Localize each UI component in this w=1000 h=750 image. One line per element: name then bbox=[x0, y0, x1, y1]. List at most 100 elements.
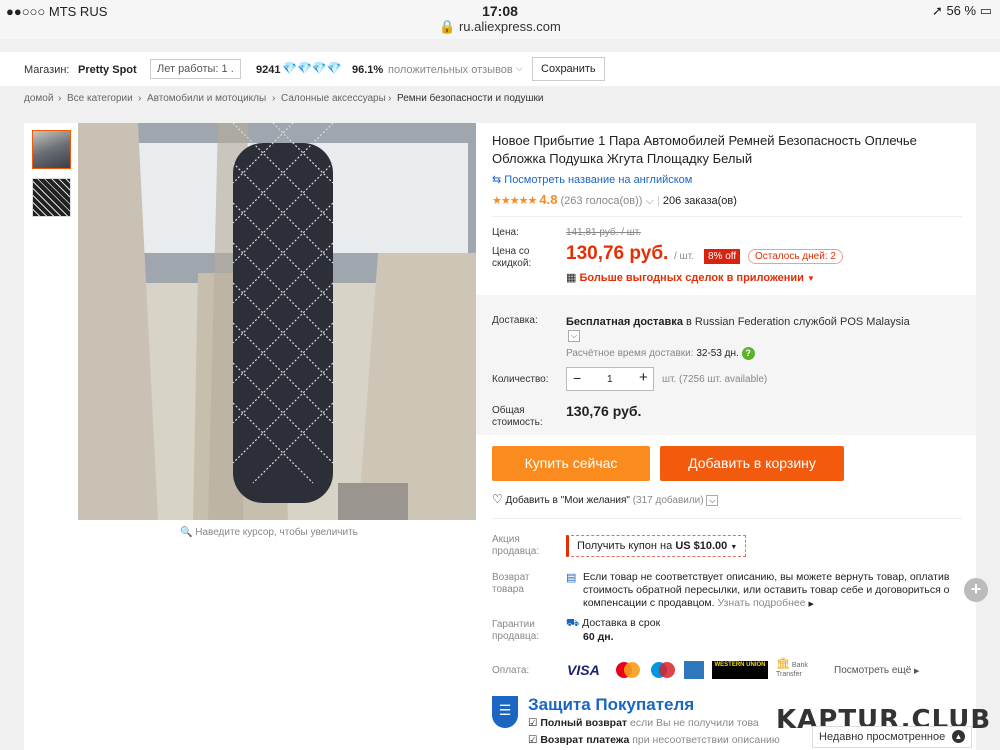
product-title: Новое Прибытие 1 Пара Автомобилей Ремней… bbox=[492, 133, 917, 166]
mastercard-logo bbox=[614, 661, 642, 679]
eta-value: 32-53 дн. bbox=[696, 348, 739, 359]
thumbnail-1[interactable] bbox=[32, 130, 71, 169]
guarantee-text: Доставка в срок bbox=[582, 617, 661, 629]
qr-code-icon: ▦ bbox=[566, 272, 577, 284]
payment-more-text: Посмотреть ещё bbox=[834, 665, 912, 676]
triangle-right-icon: ▶ bbox=[914, 668, 920, 675]
wishlist-row[interactable]: ♡ Добавить в "Мои желания" (317 добавили… bbox=[492, 492, 719, 506]
visa-logo: VISA bbox=[567, 662, 600, 678]
triangle-right-icon: ▶ bbox=[808, 601, 814, 608]
magnifier-icon: 🔍 bbox=[180, 527, 193, 538]
chevron-up-icon: ▲ bbox=[952, 730, 965, 743]
eta-label: Расчётное время доставки: bbox=[566, 348, 694, 359]
return-label: Возврат товара bbox=[492, 572, 530, 595]
chevron-right-icon: › bbox=[272, 93, 276, 104]
guarantee-info: ⛟ Доставка в срок bbox=[566, 617, 660, 631]
discount-price-label: Цена со скидкой: bbox=[492, 246, 532, 269]
votes-count[interactable]: (263 голоса(ов)) bbox=[561, 195, 643, 207]
shipping-country[interactable]: Russian Federation службой POS Malaysia bbox=[695, 316, 910, 328]
days-left-badge: Осталось дней: 2 bbox=[748, 249, 843, 264]
discount-badge: 8% off bbox=[704, 249, 741, 264]
store-years-badge: Лет работы: 1 . bbox=[150, 59, 241, 79]
rating-value: 4.8 bbox=[539, 192, 558, 207]
wishlist-text: Добавить в "Мои желания" bbox=[505, 495, 630, 506]
add-to-cart-button[interactable]: Добавить в корзину bbox=[660, 446, 844, 481]
return-learn-more-link[interactable]: Узнать подробнее bbox=[718, 597, 806, 609]
triangle-down-icon: ▼ bbox=[730, 544, 738, 551]
product-main-image[interactable] bbox=[78, 123, 476, 520]
positive-feedback-label[interactable]: положительных отзывов bbox=[388, 64, 513, 76]
store-name[interactable]: Pretty Spot bbox=[78, 64, 137, 76]
guarantee-label: Гарантии продавца: bbox=[492, 619, 540, 642]
thumbnail-2[interactable] bbox=[32, 178, 71, 217]
protection-row-1: ☑ Полный возврат если Вы не получили тов… bbox=[528, 717, 759, 729]
quantity-stepper: − 1 + bbox=[566, 367, 654, 391]
shipping-dropdown-icon[interactable]: ⌵ bbox=[568, 330, 581, 342]
free-shipping: Бесплатная доставка bbox=[566, 316, 683, 328]
diamond-rank-icon: 💎💎💎💎 bbox=[282, 61, 342, 75]
belt-pad bbox=[233, 143, 333, 503]
protection-2-bold: Возврат платежа bbox=[540, 734, 630, 746]
recently-viewed-tab[interactable]: Недавно просмотренное ▲ bbox=[812, 726, 972, 748]
orders-count: 206 заказа(ов) bbox=[662, 195, 737, 207]
divider bbox=[492, 518, 962, 519]
protection-row-2: ☑ Возврат платежа при несоответствии опи… bbox=[528, 734, 780, 746]
protection-1-bold: Полный возврат bbox=[540, 717, 628, 729]
battery-percent: 56 % bbox=[946, 3, 977, 18]
bank-transfer-logo: 🏛 Bank Transfer bbox=[776, 659, 826, 679]
app-deals-link[interactable]: ▦ Больше выгодных сделок в приложении ▼ bbox=[566, 271, 815, 284]
app-deals-text: Больше выгодных сделок в приложении bbox=[579, 272, 804, 284]
translate-icon: ⇆ bbox=[492, 174, 502, 186]
return-policy-icon: ▤ bbox=[566, 572, 577, 584]
western-union-logo: WESTERN UNION bbox=[712, 661, 768, 679]
checkbox-icon: ☑ bbox=[528, 734, 538, 746]
chevron-down-icon: ⌵ bbox=[516, 63, 523, 73]
protection-1-text: если Вы не получили това bbox=[629, 717, 759, 729]
quantity-label: Количество: bbox=[492, 374, 549, 385]
shipping-label: Доставка: bbox=[492, 315, 538, 326]
buy-now-button[interactable]: Купить сейчас bbox=[492, 446, 650, 481]
shipping-in: в bbox=[686, 316, 692, 328]
per-unit: / шт. bbox=[674, 251, 694, 262]
store-label: Магазин: bbox=[24, 64, 70, 76]
heart-icon: ♡ bbox=[492, 492, 503, 506]
breadcrumb-interior[interactable]: Салонные аксессуары bbox=[281, 93, 386, 104]
plus-circle-icon[interactable]: + bbox=[964, 578, 988, 602]
chevron-right-icon: › bbox=[58, 93, 62, 104]
checkbox-icon: ☑ bbox=[528, 717, 538, 729]
breadcrumb-home[interactable]: домой bbox=[24, 93, 53, 104]
minus-button[interactable]: − bbox=[573, 370, 581, 386]
coupon-button[interactable]: Получить купон на US $10.00 ▼ bbox=[566, 535, 747, 557]
eta-row: Расчётное время доставки: 32-53 дн. ? bbox=[566, 347, 755, 360]
quantity-value[interactable]: 1 bbox=[607, 374, 613, 385]
breadcrumb-auto-moto[interactable]: Автомобили и мотоциклы bbox=[147, 93, 266, 104]
chevron-right-icon: › bbox=[138, 93, 142, 104]
total-value: 130,76 руб. bbox=[566, 403, 642, 419]
coupon-value: US $10.00 bbox=[675, 540, 728, 552]
chevron-down-icon: ⌵ bbox=[706, 495, 719, 506]
breadcrumb: домой › Все категории › Автомобили и мот… bbox=[0, 88, 1000, 110]
address-bar[interactable]: 🔒 ru.aliexpress.com bbox=[0, 19, 1000, 39]
triangle-down-icon: ▼ bbox=[806, 274, 815, 283]
protection-2-text: при несоответствии описанию bbox=[632, 734, 780, 746]
chevron-down-icon: ⌵ bbox=[645, 195, 654, 207]
positive-feedback-pct: 96.1% bbox=[352, 64, 384, 76]
save-store-button[interactable]: Сохранить bbox=[532, 57, 605, 81]
breadcrumb-all-categories[interactable]: Все категории bbox=[67, 93, 133, 104]
store-score: 9241 bbox=[256, 64, 281, 76]
wishlist-count: (317 добавили) bbox=[632, 495, 704, 506]
price-label: Цена: bbox=[492, 227, 519, 238]
zoom-hint-text: Наведите курсор, чтобы увеличить bbox=[195, 527, 358, 538]
discount-price: 130,76 руб. bbox=[566, 243, 669, 264]
return-text: Если товар не соответствует описанию, вы… bbox=[583, 571, 953, 611]
truck-icon: ⛟ bbox=[566, 617, 580, 629]
payment-more-link[interactable]: Посмотреть ещё ▶ bbox=[834, 665, 919, 676]
star-rating-icon: ★★★★★ bbox=[492, 195, 537, 207]
plus-button[interactable]: + bbox=[639, 369, 648, 386]
url-text: ru.aliexpress.com bbox=[458, 19, 561, 34]
zoom-hint: 🔍 Наведите курсор, чтобы увеличить bbox=[180, 527, 358, 538]
separator: | bbox=[656, 195, 660, 207]
translate-link[interactable]: ⇆ Посмотреть название на английском bbox=[492, 173, 692, 186]
shield-icon: ☰ bbox=[492, 696, 518, 728]
help-icon[interactable]: ? bbox=[741, 347, 755, 360]
